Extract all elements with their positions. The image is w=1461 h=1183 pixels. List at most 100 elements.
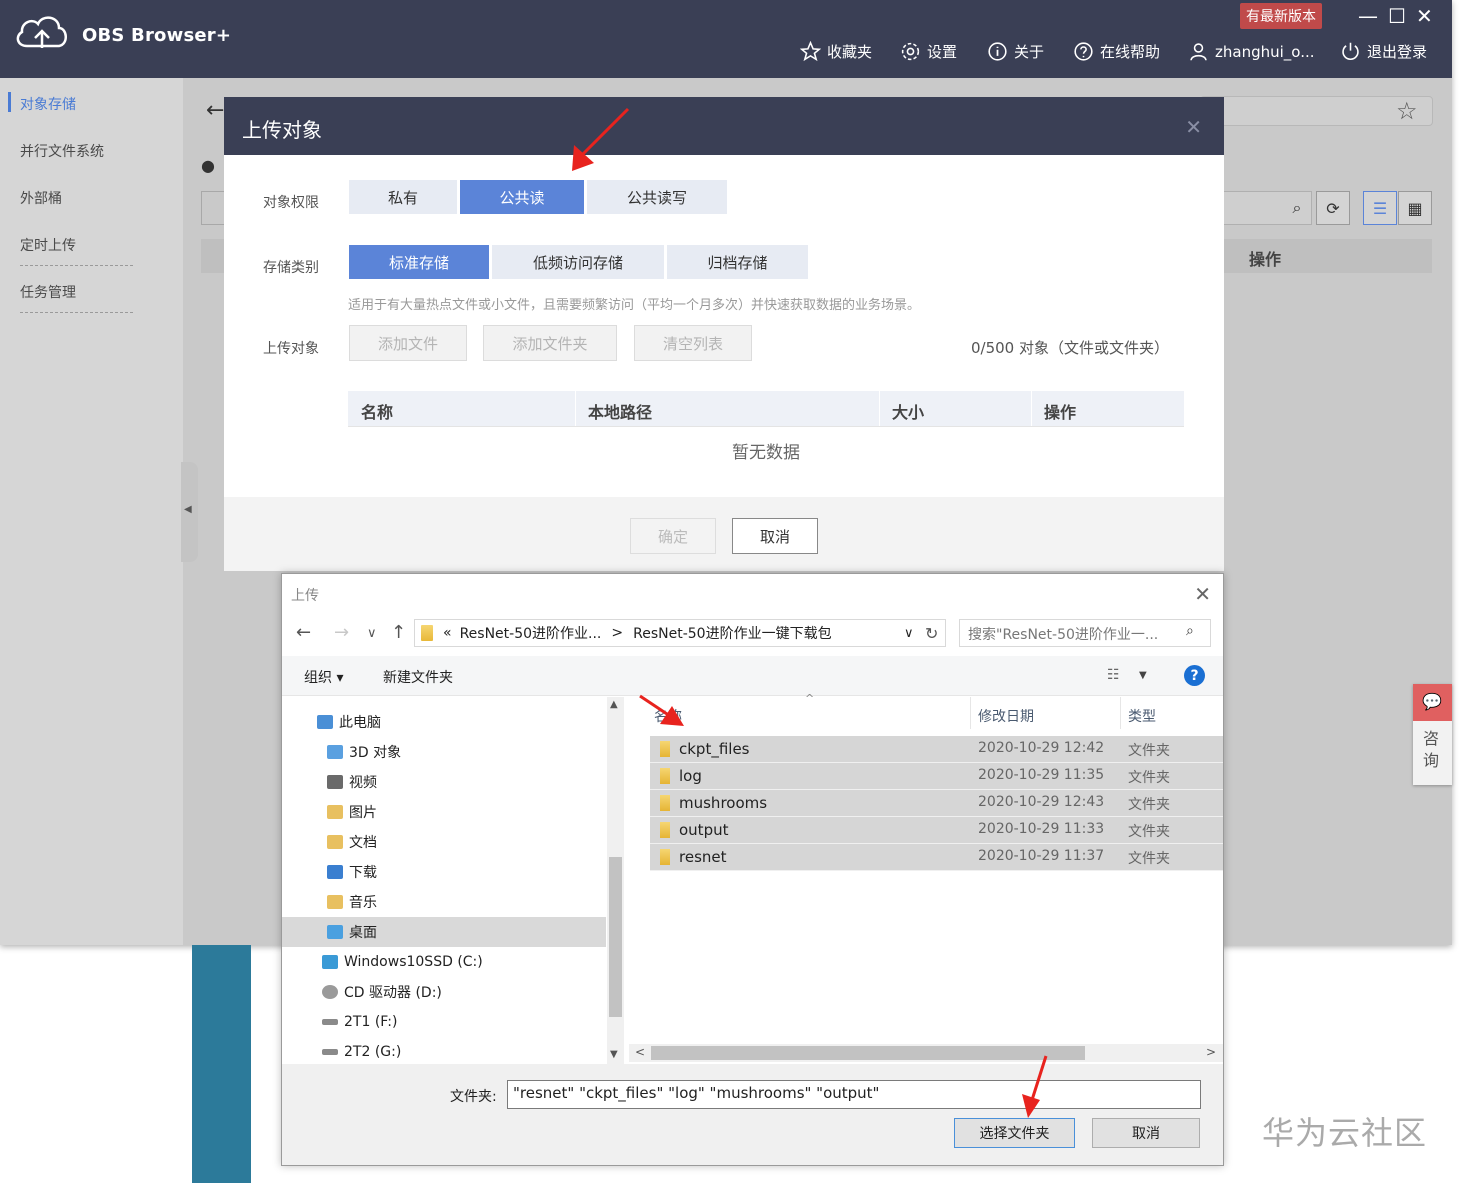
consult-widget[interactable]: 💬 咨询 [1413,684,1452,785]
back-icon[interactable]: ← [296,622,311,643]
address-bar[interactable]: « ResNet-50进阶作业... > ResNet-50进阶作业一键下载包 … [414,619,946,647]
tree-item-label: 2T2 (G:) [344,1044,402,1060]
column-divider [1120,697,1121,729]
tree-item-cd-drive[interactable]: CD 驱动器 (D:) [282,977,606,1007]
online-help-button[interactable]: 在线帮助 [1073,41,1160,62]
documents-folder-icon [327,835,343,849]
tree-item-this-pc[interactable]: 此电脑 [282,707,606,737]
list-item[interactable]: mushrooms 2020-10-29 12:43 文件夹 [650,790,1223,817]
dialog-close-icon[interactable]: ✕ [1194,582,1211,606]
sidebar-collapse-handle[interactable]: ◀ [181,462,198,562]
list-item[interactable]: resnet 2020-10-29 11:37 文件夹 [650,844,1223,871]
sidebar-item-external-bucket[interactable]: 外部桶 [20,188,62,208]
about-button[interactable]: 关于 [987,41,1044,62]
tree-item-drive-c[interactable]: Windows10SSD (C:) [282,947,606,977]
storage-standard[interactable]: 标准存储 [349,245,489,279]
cancel-button[interactable]: 取消 [732,518,818,554]
minimize-icon[interactable]: — [1358,4,1378,28]
recent-dropdown-icon[interactable]: ∨ [367,626,377,641]
dialog-search-input[interactable]: 搜索"ResNet-50进阶作业一... ⌕ [959,619,1211,647]
file-list-hscrollbar[interactable]: < > [629,1044,1223,1062]
search-icon: ⌕ [1186,623,1194,639]
scroll-right-icon[interactable]: > [1206,1045,1216,1059]
back-arrow-icon[interactable]: ← [206,98,224,123]
tree-item-documents[interactable]: 文档 [282,827,606,857]
storage-infrequent[interactable]: 低频访问存储 [492,245,664,279]
tree-item-videos[interactable]: 视频 [282,767,606,797]
logout-button[interactable]: 退出登录 [1340,41,1427,62]
background-blue-strip [192,945,251,1183]
view-dropdown-icon[interactable]: ▼ [1139,670,1147,681]
user-menu[interactable]: zhanghui_o... [1188,41,1315,62]
address-dropdown-icon[interactable]: ∨ [904,626,914,641]
hscroll-thumb[interactable] [651,1046,1085,1060]
scroll-down-icon[interactable]: ▼ [610,1049,618,1060]
storage-class-label: 存储类别 [263,260,319,276]
logout-label: 退出登录 [1367,43,1428,61]
cloud-upload-logo-icon [16,16,67,48]
list-item[interactable]: output 2020-10-29 11:33 文件夹 [650,817,1223,844]
tree-scroll-thumb[interactable] [609,857,622,1017]
dialog-cancel-button[interactable]: 取消 [1092,1118,1200,1148]
tree-item-music[interactable]: 音乐 [282,887,606,917]
breadcrumb-root[interactable]: « [443,625,452,641]
tree-item-drive-g[interactable]: 2T2 (G:) [282,1037,606,1064]
add-file-button[interactable]: 添加文件 [349,325,467,361]
permission-public-read[interactable]: 公共读 [460,180,584,214]
organize-menu[interactable]: 组织 ▾ [304,667,343,687]
storage-archive[interactable]: 归档存储 [667,245,808,279]
tree-item-label: 文档 [349,835,377,851]
chat-bubble-icon: 💬 [1422,692,1442,711]
sidebar-item-scheduled-upload[interactable]: 定时上传 [20,235,76,255]
refresh-icon[interactable]: ⟳ [1316,191,1350,225]
sidebar-item-task-management[interactable]: 任务管理 [20,282,76,302]
up-icon[interactable]: ↑ [391,622,406,643]
col-name[interactable]: 名称 [654,706,682,726]
close-icon[interactable]: ✕ [1185,115,1202,139]
tree-item-3d-objects[interactable]: 3D 对象 [282,737,606,767]
permission-public-read-write[interactable]: 公共读写 [587,180,727,214]
breadcrumb-current[interactable]: ResNet-50进阶作业一键下载包 [633,623,831,643]
confirm-button[interactable]: 确定 [630,518,716,554]
bookmark-star-icon[interactable]: ☆ [1396,97,1418,125]
file-list-header: 名称 ^ 修改日期 类型 [629,692,1223,729]
search-icon[interactable]: ⌕ [1280,191,1314,225]
list-view-icon[interactable]: ☰ [1363,191,1397,225]
add-folder-button[interactable]: 添加文件夹 [483,325,617,361]
select-folder-button[interactable]: 选择文件夹 [954,1118,1075,1148]
list-item[interactable]: ckpt_files 2020-10-29 12:42 文件夹 [650,736,1223,763]
tree-item-downloads[interactable]: 下载 [282,857,606,887]
col-modified-date[interactable]: 修改日期 [978,706,1034,726]
clear-list-button[interactable]: 清空列表 [634,325,752,361]
settings-button[interactable]: 设置 [900,41,957,62]
tree-scrollbar[interactable]: ▲ ▼ [607,697,624,1064]
file-date: 2020-10-29 11:33 [978,821,1105,837]
refresh-icon[interactable]: ↻ [925,624,938,643]
close-window-icon[interactable]: ✕ [1416,4,1433,28]
grid-view-icon[interactable]: ▦ [1398,191,1432,225]
scroll-left-icon[interactable]: < [635,1045,645,1059]
scroll-up-icon[interactable]: ▲ [610,699,618,710]
new-folder-button[interactable]: 新建文件夹 [383,667,453,687]
tree-item-desktop[interactable]: 桌面 [282,917,606,947]
tree-item-drive-f[interactable]: 2T1 (F:) [282,1007,606,1037]
view-options-icon[interactable]: ☷ [1107,667,1120,683]
breadcrumb-parent[interactable]: ResNet-50进阶作业... [460,623,602,643]
pc-icon [317,715,333,729]
sidebar-item-object-storage[interactable]: 对象存储 [20,94,76,114]
file-type: 文件夹 [1128,797,1170,813]
tree-item-pictures[interactable]: 图片 [282,797,606,827]
col-type[interactable]: 类型 [1128,706,1156,726]
permission-private[interactable]: 私有 [349,180,457,214]
background-table-header [201,239,226,273]
new-version-badge[interactable]: 有最新版本 [1240,3,1322,29]
maximize-icon[interactable]: ☐ [1388,4,1406,28]
list-item[interactable]: log 2020-10-29 11:35 文件夹 [650,763,1223,790]
forward-icon[interactable]: → [334,622,349,643]
sort-ascending-icon: ^ [805,692,815,705]
favorites-button[interactable]: 收藏夹 [800,41,872,62]
caret-left-icon: ◀ [184,504,192,515]
help-icon[interactable]: ? [1184,665,1205,686]
folder-name-input[interactable]: "resnet" "ckpt_files" "log" "mushrooms" … [507,1080,1201,1109]
sidebar-item-parallel-fs[interactable]: 并行文件系统 [20,141,104,161]
